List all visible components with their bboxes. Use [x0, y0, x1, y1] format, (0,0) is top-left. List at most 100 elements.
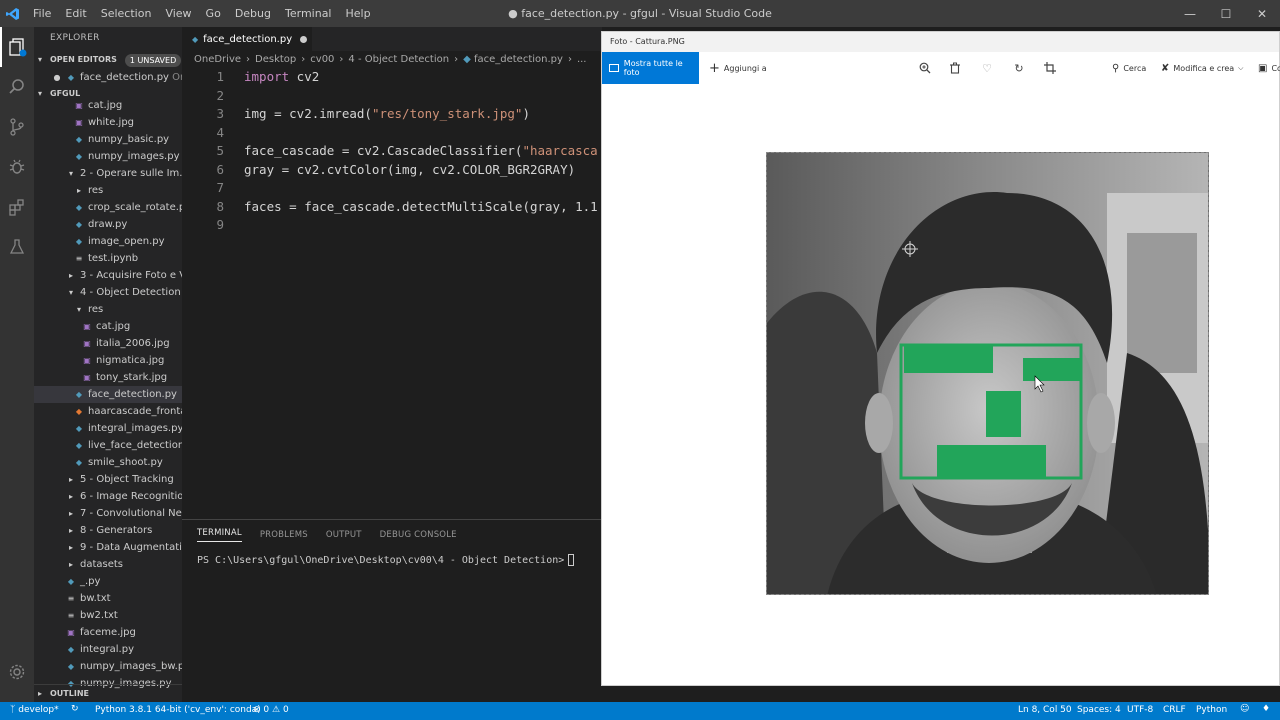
- tree-folder[interactable]: ▸ res: [34, 182, 182, 199]
- zoom-icon[interactable]: [917, 60, 933, 76]
- more-button[interactable]: ▣ Co: [1258, 52, 1280, 84]
- crop-icon[interactable]: [1042, 60, 1058, 76]
- tree-file[interactable]: ◆ _.py: [34, 573, 182, 590]
- tree-file[interactable]: ◆ draw.py: [34, 216, 182, 233]
- sync-icon[interactable]: ↻: [71, 704, 79, 714]
- favorite-heart-icon[interactable]: ♡: [979, 60, 995, 76]
- breadcrumb-item[interactable]: 4 - Object Detection: [348, 54, 449, 65]
- tab-debug-console[interactable]: DEBUG CONSOLE: [380, 530, 457, 540]
- feedback-smiley-icon[interactable]: ☺: [1240, 704, 1249, 714]
- tree-file[interactable]: ◆ numpy_images.py: [34, 148, 182, 165]
- tab-terminal[interactable]: TERMINAL: [197, 528, 242, 542]
- code-line[interactable]: 8 faces = face_cascade.detectMultiScale(g…: [182, 199, 602, 218]
- source-control-icon[interactable]: [0, 107, 34, 147]
- extensions-icon[interactable]: [0, 187, 34, 227]
- tree-folder[interactable]: ▾ res: [34, 301, 182, 318]
- tree-folder[interactable]: ▸ 3 - Acquisire Foto e V...: [34, 267, 182, 284]
- tree-file[interactable]: ◆ smile_shoot.py: [34, 454, 182, 471]
- breadcrumb-item[interactable]: cv00: [310, 54, 334, 65]
- code-line[interactable]: 9: [182, 217, 602, 236]
- menu-terminal[interactable]: Terminal: [278, 0, 339, 27]
- delete-trash-icon[interactable]: [947, 60, 963, 76]
- tree-file[interactable]: ◆ face_detection.py: [34, 386, 182, 403]
- menu-edit[interactable]: Edit: [58, 0, 93, 27]
- breadcrumb-item[interactable]: Desktop: [255, 54, 296, 65]
- code-line[interactable]: 7: [182, 180, 602, 199]
- branch-status[interactable]: ᛉ develop*: [10, 705, 59, 715]
- tree-file[interactable]: ≡ bw2.txt: [34, 607, 182, 624]
- tree-file[interactable]: ▣ tony_stark.jpg: [34, 369, 182, 386]
- code-line[interactable]: 3 img = cv2.imread("res/tony_stark.jpg"): [182, 106, 602, 125]
- photo-image[interactable]: [766, 152, 1209, 595]
- tab-problems[interactable]: PROBLEMS: [260, 530, 308, 540]
- code-line[interactable]: 2: [182, 88, 602, 107]
- tree-file[interactable]: ≡ bw.txt: [34, 590, 182, 607]
- breadcrumb-item[interactable]: face_detection.py: [474, 54, 563, 65]
- tree-file[interactable]: ▣ white.jpg: [34, 114, 182, 131]
- settings-gear-icon[interactable]: [0, 652, 34, 692]
- debug-icon[interactable]: [0, 147, 34, 187]
- tree-file[interactable]: ◆ image_open.py: [34, 233, 182, 250]
- menu-view[interactable]: View: [158, 0, 198, 27]
- notifications-bell-icon[interactable]: ♦: [1262, 704, 1270, 714]
- open-editors-section[interactable]: ▾ OPEN EDITORS 1 UNSAVED: [34, 51, 182, 69]
- encoding[interactable]: UTF-8: [1127, 705, 1153, 715]
- tree-file[interactable]: ≡ test.ipynb: [34, 250, 182, 267]
- line-ending[interactable]: CRLF: [1163, 705, 1186, 715]
- tree-folder[interactable]: ▾ 4 - Object Detection: [34, 284, 182, 301]
- tree-file[interactable]: ◆ numpy_basic.py: [34, 131, 182, 148]
- tab-face-detection[interactable]: ◆ face_detection.py: [182, 27, 312, 51]
- tree-file[interactable]: ◆ integral.py: [34, 641, 182, 658]
- code-line[interactable]: 1 import cv2: [182, 69, 602, 88]
- open-editor-item[interactable]: ● ◆ face_detection.py On...: [34, 69, 183, 86]
- add-to-button[interactable]: + Aggiungi a: [709, 61, 767, 76]
- close-icon[interactable]: ✕: [1244, 0, 1280, 27]
- tree-folder[interactable]: ▸ 5 - Object Tracking: [34, 471, 182, 488]
- explorer-icon[interactable]: [0, 27, 34, 67]
- tree-folder[interactable]: ▸ 8 - Generators: [34, 522, 182, 539]
- tree-folder[interactable]: ▸ 9 - Data Augmentation: [34, 539, 182, 556]
- code-line[interactable]: 6 gray = cv2.cvtColor(img, cv2.COLOR_BGR2…: [182, 162, 602, 181]
- tree-file[interactable]: ◆ integral_images.py: [34, 420, 182, 437]
- terminal-line[interactable]: PS C:\Users\gfgul\OneDrive\Desktop\cv00\…: [197, 554, 575, 566]
- breadcrumb-item[interactable]: ...: [577, 54, 587, 65]
- test-flask-icon[interactable]: [0, 227, 34, 267]
- cursor-position[interactable]: Ln 8, Col 50: [1018, 705, 1072, 715]
- search-icon[interactable]: [0, 67, 34, 107]
- menu-help[interactable]: Help: [339, 0, 378, 27]
- menu-file[interactable]: File: [26, 0, 58, 27]
- outline-section[interactable]: ▸ OUTLINE: [34, 684, 182, 702]
- code-line[interactable]: 4: [182, 125, 602, 144]
- tree-folder[interactable]: ▸ datasets: [34, 556, 182, 573]
- language-mode[interactable]: Python: [1196, 705, 1227, 715]
- menu-go[interactable]: Go: [199, 0, 228, 27]
- menu-selection[interactable]: Selection: [94, 0, 159, 27]
- tree-file[interactable]: ◆ crop_scale_rotate.py: [34, 199, 182, 216]
- indentation[interactable]: Spaces: 4: [1077, 705, 1121, 715]
- code-line[interactable]: 5 face_cascade = cv2.CascadeClassifier("h…: [182, 143, 602, 162]
- tree-file[interactable]: ▣ cat.jpg: [34, 97, 182, 114]
- rotate-icon[interactable]: ↻: [1011, 60, 1027, 76]
- minimize-icon[interactable]: —: [1172, 0, 1208, 27]
- tree-file[interactable]: ◆ haarcascade_frontal...: [34, 403, 182, 420]
- problems-status[interactable]: ⊗ 0 ⚠ 0: [253, 705, 289, 715]
- tree-file[interactable]: ▣ faceme.jpg: [34, 624, 182, 641]
- tree-file[interactable]: ◆ numpy_images_bw.py: [34, 658, 182, 675]
- tree-folder[interactable]: ▸ 6 - Image Recognition: [34, 488, 182, 505]
- unsaved-dot-icon[interactable]: [300, 35, 308, 43]
- edit-create-button[interactable]: ✘ Modifica e crea ⌵: [1161, 52, 1243, 84]
- python-interpreter[interactable]: Python 3.8.1 64-bit ('cv_env': conda): [95, 705, 261, 715]
- tree-file[interactable]: ◆ live_face_detection.py: [34, 437, 182, 454]
- show-all-photos-button[interactable]: Mostra tutte le foto: [602, 52, 699, 84]
- breadcrumb-item[interactable]: OneDrive: [194, 54, 241, 65]
- tree-folder[interactable]: ▾ 2 - Operare sulle Im...: [34, 165, 182, 182]
- tree-file[interactable]: ▣ nigmatica.jpg: [34, 352, 182, 369]
- tree-file[interactable]: ▣ cat.jpg: [34, 318, 182, 335]
- code-editor[interactable]: 1 import cv2 2 3 img = cv2.imread("res/tony_…: [182, 69, 602, 519]
- tab-output[interactable]: OUTPUT: [326, 530, 362, 540]
- menu-debug[interactable]: Debug: [228, 0, 278, 27]
- tree-file[interactable]: ▣ italia_2006.jpg: [34, 335, 182, 352]
- search-button[interactable]: ⚲ Cerca: [1112, 52, 1146, 84]
- maximize-icon[interactable]: ☐: [1208, 0, 1244, 27]
- tree-folder[interactable]: ▸ 7 - Convolutional Ne...: [34, 505, 182, 522]
